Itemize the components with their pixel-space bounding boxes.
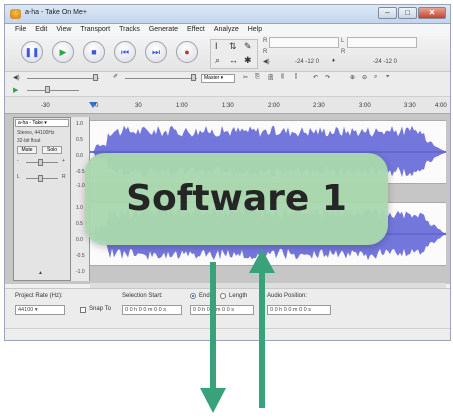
- io-arrows: [200, 249, 275, 413]
- arrow-up-icon: [249, 249, 275, 273]
- arrow-down-icon: [200, 388, 226, 413]
